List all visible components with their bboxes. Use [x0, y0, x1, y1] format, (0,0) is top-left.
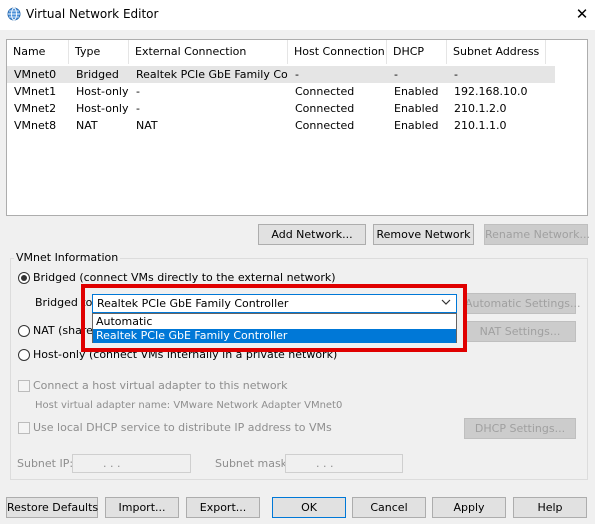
- bridged-to-dropdown: Automatic Realtek PCIe GbE Family Contro…: [92, 313, 457, 343]
- cell-host-connection: Connected: [295, 119, 355, 132]
- connect-adapter-label[interactable]: Connect a host virtual adapter to this n…: [33, 379, 287, 392]
- hostonly-radio[interactable]: [18, 349, 30, 361]
- cell-external-connection: NAT: [136, 119, 158, 132]
- dhcp-checkbox[interactable]: [18, 422, 30, 434]
- bridged-to-combobox[interactable]: Realtek PCIe GbE Family Controller: [92, 294, 457, 313]
- nat-radio[interactable]: [18, 325, 30, 337]
- bridged-radio[interactable]: [18, 272, 30, 284]
- cell-dhcp: Enabled: [394, 102, 439, 115]
- bridged-to-value: Realtek PCIe GbE Family Controller: [97, 297, 289, 310]
- connect-adapter-checkbox[interactable]: [18, 380, 30, 392]
- cell-type: Host-only: [76, 85, 129, 98]
- close-icon[interactable]: ✕: [573, 4, 591, 24]
- automatic-settings-button[interactable]: Automatic Settings...: [464, 293, 581, 314]
- cell-external-connection: -: [136, 85, 140, 98]
- ok-button[interactable]: OK: [272, 497, 346, 518]
- chevron-down-icon[interactable]: [441, 297, 451, 307]
- adapter-name-label: Host virtual adapter name: VMware Networ…: [35, 400, 343, 411]
- cell-subnet-address: 210.1.2.0: [454, 102, 507, 115]
- cell-dhcp: Enabled: [394, 85, 439, 98]
- cell-type: Bridged: [76, 68, 119, 81]
- cell-dhcp: Enabled: [394, 119, 439, 132]
- restore-defaults-button[interactable]: Restore Defaults: [6, 497, 98, 518]
- cell-name: VMnet8: [14, 119, 57, 132]
- table-row[interactable]: VMnet0 Bridged Realtek PCIe GbE Family C…: [7, 66, 555, 83]
- cell-type: NAT: [76, 119, 98, 132]
- cell-external-connection: -: [136, 102, 140, 115]
- bridged-label[interactable]: Bridged (connect VMs directly to the ext…: [33, 271, 336, 284]
- cell-external-connection: Realtek PCIe GbE Family Co...: [136, 68, 288, 81]
- table-row[interactable]: VMnet2 Host-only - Connected Enabled 210…: [7, 100, 555, 117]
- dhcp-settings-button[interactable]: DHCP Settings...: [464, 418, 576, 439]
- column-header-host-connection[interactable]: Host Connection: [288, 40, 387, 64]
- import-button[interactable]: Import...: [105, 497, 179, 518]
- column-header-subnet-address[interactable]: Subnet Address: [447, 40, 546, 64]
- table-row[interactable]: VMnet8 NAT NAT Connected Enabled 210.1.1…: [7, 117, 555, 134]
- window-title: Virtual Network Editor: [26, 7, 159, 21]
- list-header: Name Type External Connection Host Conne…: [7, 40, 587, 64]
- cell-subnet-address: 210.1.1.0: [454, 119, 507, 132]
- column-header-type[interactable]: Type: [69, 40, 129, 64]
- title-bar: Virtual Network Editor ✕: [0, 0, 595, 30]
- cell-subnet-address: 192.168.10.0: [454, 85, 528, 98]
- subnet-ip-field[interactable]: . . .: [72, 454, 191, 473]
- cell-name: VMnet2: [14, 102, 57, 115]
- cell-name: VMnet0: [14, 68, 57, 81]
- subnet-mask-field[interactable]: . . .: [285, 454, 403, 473]
- dhcp-label[interactable]: Use local DHCP service to distribute IP …: [33, 421, 332, 434]
- cell-name: VMnet1: [14, 85, 57, 98]
- apply-button[interactable]: Apply: [432, 497, 506, 518]
- export-button[interactable]: Export...: [186, 497, 260, 518]
- help-button[interactable]: Help: [513, 497, 587, 518]
- column-header-external-connection[interactable]: External Connection: [129, 40, 288, 64]
- subnet-mask-label: Subnet mask:: [215, 457, 291, 470]
- globe-network-icon: [7, 7, 21, 21]
- add-network-button[interactable]: Add Network...: [258, 224, 366, 245]
- cell-dhcp: -: [394, 68, 398, 81]
- remove-network-button[interactable]: Remove Network: [373, 224, 474, 245]
- cell-subnet-address: -: [454, 68, 458, 81]
- dropdown-option-realtek[interactable]: Realtek PCIe GbE Family Controller: [93, 329, 456, 343]
- nat-settings-button[interactable]: NAT Settings...: [464, 321, 576, 342]
- column-header-dhcp[interactable]: DHCP: [387, 40, 447, 64]
- network-list[interactable]: Name Type External Connection Host Conne…: [6, 39, 588, 216]
- column-header-name[interactable]: Name: [7, 40, 69, 64]
- cell-type: Host-only: [76, 102, 129, 115]
- cell-host-connection: Connected: [295, 102, 355, 115]
- vmnet-info-label: VMnet Information: [14, 251, 121, 264]
- subnet-ip-label: Subnet IP:: [17, 457, 74, 470]
- cancel-button[interactable]: Cancel: [352, 497, 426, 518]
- cell-host-connection: Connected: [295, 85, 355, 98]
- table-row[interactable]: VMnet1 Host-only - Connected Enabled 192…: [7, 83, 555, 100]
- dropdown-option-automatic[interactable]: Automatic: [93, 315, 456, 329]
- rename-network-button[interactable]: Rename Network...: [484, 224, 590, 245]
- cell-host-connection: -: [295, 68, 299, 81]
